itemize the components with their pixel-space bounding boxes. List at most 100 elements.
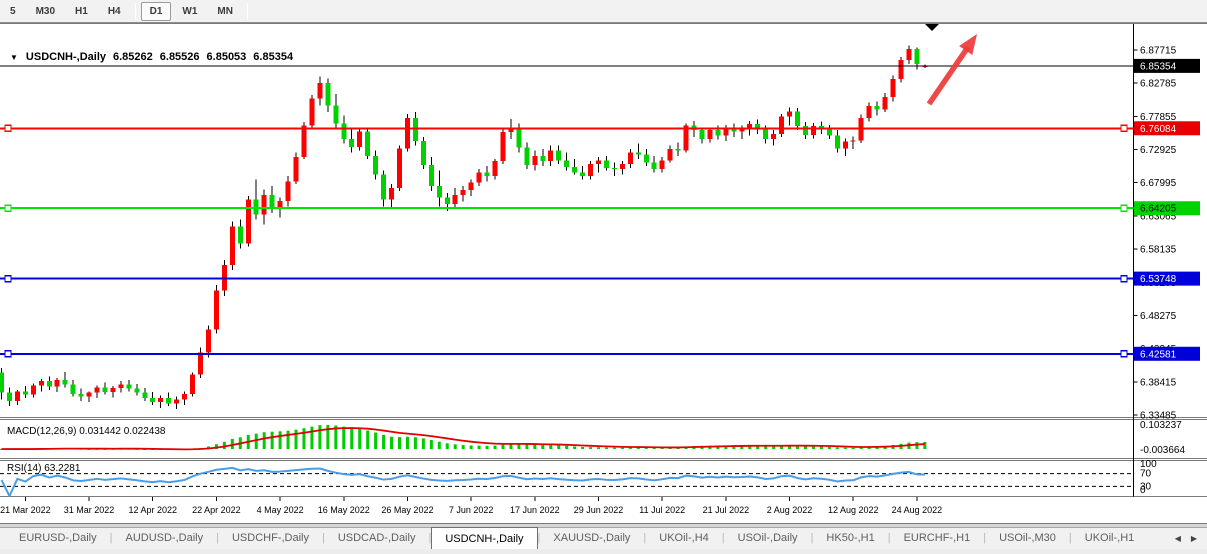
candle	[843, 142, 848, 149]
macd-histogram-bar	[302, 428, 305, 449]
candle	[79, 394, 84, 397]
timeframe-button-h4[interactable]: H4	[99, 2, 130, 21]
macd-histogram-bar	[430, 440, 433, 449]
candle	[166, 398, 171, 403]
macd-histogram-bar	[915, 442, 918, 449]
candle	[389, 188, 394, 199]
macd-histogram-bar	[844, 448, 847, 449]
hline-marker	[5, 351, 11, 357]
macd-histogram-bar	[295, 430, 298, 449]
tabs-scroll-left-icon[interactable]: ◀	[1175, 534, 1181, 543]
candle	[286, 181, 291, 201]
macd-histogram-bar	[836, 447, 839, 449]
candle	[787, 111, 792, 116]
candle	[294, 157, 299, 181]
candle	[461, 190, 466, 195]
candle	[126, 385, 131, 389]
candle	[270, 195, 275, 208]
candle	[898, 60, 903, 79]
candle	[158, 398, 163, 402]
timeframe-button-5[interactable]: 5	[1, 2, 25, 21]
candle	[620, 164, 625, 169]
candle	[214, 290, 219, 329]
candle	[548, 150, 553, 161]
candle	[636, 152, 641, 154]
tab-usdcnh-daily[interactable]: USDCNH-,Daily	[431, 527, 537, 549]
tab-usdcad-daily[interactable]: USDCAD-,Daily	[325, 528, 429, 549]
candle	[110, 388, 115, 392]
tab-xauusd-daily[interactable]: XAUUSD-,Daily	[540, 528, 643, 549]
tab-ukoil-h1[interactable]: UKOil-,H1	[1072, 528, 1148, 549]
rsi-line	[2, 468, 925, 496]
hline-marker	[1121, 125, 1127, 131]
candle	[763, 130, 768, 139]
date-axis-label: 4 May 2022	[257, 505, 304, 515]
macd-histogram-bar	[852, 448, 855, 449]
tab-usoil-m30[interactable]: USOil-,M30	[986, 528, 1069, 549]
candle	[55, 380, 60, 387]
candle	[134, 389, 139, 393]
candle	[325, 83, 330, 105]
candle	[317, 83, 322, 98]
timeframe-button-d1[interactable]: D1	[141, 2, 172, 21]
candle	[182, 394, 187, 399]
tabs-scroll-right-icon[interactable]: ▶	[1191, 534, 1197, 543]
tab-hk50-h1[interactable]: HK50-,H1	[813, 528, 887, 549]
macd-histogram-bar	[486, 446, 489, 449]
candle	[198, 352, 203, 374]
macd-histogram-bar	[557, 445, 560, 449]
candle	[867, 106, 872, 118]
date-axis-label: 2 Aug 2022	[767, 505, 813, 515]
annotations	[925, 24, 977, 104]
tab-usdchf-daily[interactable]: USDCHF-,Daily	[219, 528, 322, 549]
candle	[381, 175, 386, 200]
macd-panel: MACD(12,26,9) 0.031442 0.0224380.103237-…	[0, 420, 1185, 456]
hline-marker	[5, 205, 11, 211]
symbol-tabbar: EURUSD-,Daily|AUDUSD-,Daily|USDCHF-,Dail…	[0, 527, 1207, 549]
macd-histogram-bar	[255, 434, 258, 449]
candle	[644, 154, 649, 162]
date-axis-label: 16 May 2022	[318, 505, 370, 515]
candle	[556, 150, 561, 160]
macd-histogram-bar	[446, 443, 449, 449]
candle	[63, 380, 68, 385]
chart-canvas[interactable]: 6.877156.827856.778556.729256.679956.630…	[0, 0, 1207, 554]
timeframe-button-mn[interactable]: MN	[208, 2, 242, 21]
price-axis-label: 6.48275	[1140, 311, 1177, 322]
tab-ukoil-h4[interactable]: UKOil-,H4	[646, 528, 722, 549]
macd-histogram-bar	[589, 447, 592, 449]
candle	[87, 393, 92, 397]
timeframe-button-h1[interactable]: H1	[66, 2, 97, 21]
rsi-axis-label: 70	[1140, 469, 1152, 480]
timeframe-button-w1[interactable]: W1	[173, 2, 206, 21]
hline-marker	[5, 276, 11, 282]
candle	[278, 201, 283, 208]
candle	[564, 160, 569, 167]
candle	[142, 393, 147, 398]
date-axis: 21 Mar 202231 Mar 202212 Apr 202222 Apr …	[0, 497, 942, 515]
macd-histogram-bar	[342, 427, 345, 449]
macd-histogram-bar	[613, 448, 616, 449]
candle	[596, 160, 601, 163]
hline-marker	[1121, 276, 1127, 282]
tab-usoil-daily[interactable]: USOil-,Daily	[725, 528, 811, 549]
macd-histogram-bar	[828, 447, 831, 449]
candle	[102, 387, 107, 392]
candle	[588, 164, 593, 176]
tab-eurusd-daily[interactable]: EURUSD-,Daily	[6, 528, 110, 549]
price-axis-label: 6.87715	[1140, 46, 1177, 57]
date-axis-label: 7 Jun 2022	[449, 505, 494, 515]
date-axis-label: 11 Jul 2022	[639, 505, 685, 515]
rsi-panel: RSI(14) 63.228110070300	[0, 459, 1157, 496]
toolbar-separator	[247, 3, 248, 19]
timeframe-button-m30[interactable]: M30	[27, 2, 64, 21]
tab-eurchf-h1[interactable]: EURCHF-,H1	[891, 528, 984, 549]
macd-label: MACD(12,26,9) 0.031442 0.022438	[7, 426, 166, 437]
macd-histogram-bar	[438, 442, 441, 449]
price-badge-label: 6.85354	[1140, 61, 1177, 72]
candle	[612, 168, 617, 169]
tab-audusd-daily[interactable]: AUDUSD-,Daily	[112, 528, 216, 549]
candle	[532, 156, 537, 165]
macd-histogram-bar	[366, 431, 369, 449]
mt4-terminal: 5M30H1H4D1W1MN ▼ USDCNH-,Daily 6.85262 6…	[0, 0, 1207, 554]
